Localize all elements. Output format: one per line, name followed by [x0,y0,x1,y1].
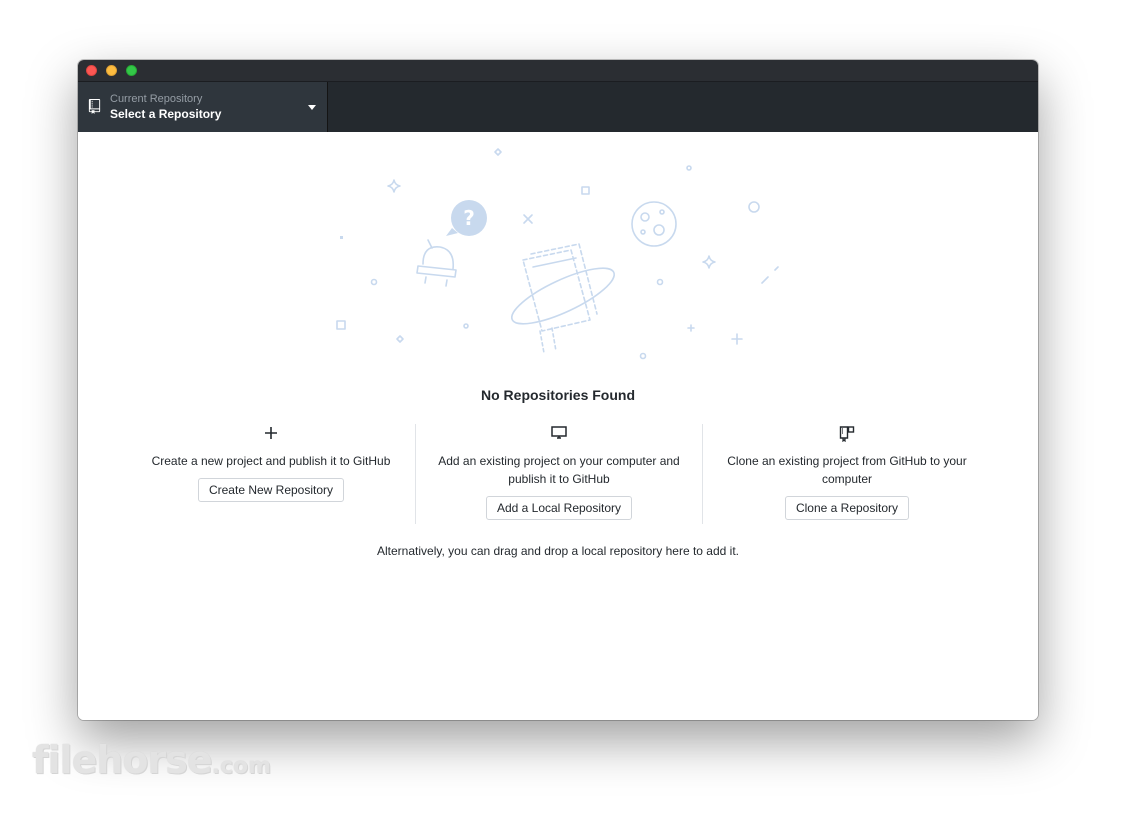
blank-slate: ? No Repositories Found Create a new pro… [78,132,1038,720]
watermark-suffix: .com [211,754,272,779]
close-window-button[interactable] [86,65,97,76]
plus-icon [265,427,277,439]
add-local-repository-action: Add an existing project on your computer… [415,424,703,524]
blank-slate-title: No Repositories Found [481,387,635,403]
repo-clone-icon [839,426,855,442]
drag-drop-hint: Alternatively, you can drag and drop a l… [377,544,739,558]
create-repository-action: Create a new project and publish it to G… [128,424,414,524]
repo-icon [88,99,101,114]
clone-repository-button[interactable]: Clone a Repository [784,496,910,520]
current-repository-title: Select a Repository [110,107,222,121]
maximize-window-button[interactable] [126,65,137,76]
space-illustration: ? [336,148,779,360]
watermark-main: filehorse [32,738,213,782]
title-bar [78,60,1038,82]
triangle-down-icon [308,105,316,110]
svg-text:?: ? [463,206,475,230]
filehorse-watermark: filehorse.com [32,738,271,782]
current-repository-dropdown[interactable]: Current Repository Select a Repository [78,82,328,132]
minimize-window-button[interactable] [106,65,117,76]
create-new-repository-button[interactable]: Create New Repository [197,478,345,502]
blank-slate-actions: Create a new project and publish it to G… [128,424,988,524]
add-local-repository-description: Add an existing project on your computer… [438,454,680,486]
create-repository-description: Create a new project and publish it to G… [151,454,391,468]
clone-repository-description: Clone an existing project from GitHub to… [727,454,967,486]
clone-repository-action: Clone an existing project from GitHub to… [702,424,992,524]
toolbar: Current Repository Select a Repository [78,82,1038,132]
desktop-icon [551,426,567,439]
app-window: Current Repository Select a Repository ?… [78,60,1038,720]
current-repository-caption: Current Repository [110,93,203,105]
add-local-repository-button[interactable]: Add a Local Repository [485,496,633,520]
